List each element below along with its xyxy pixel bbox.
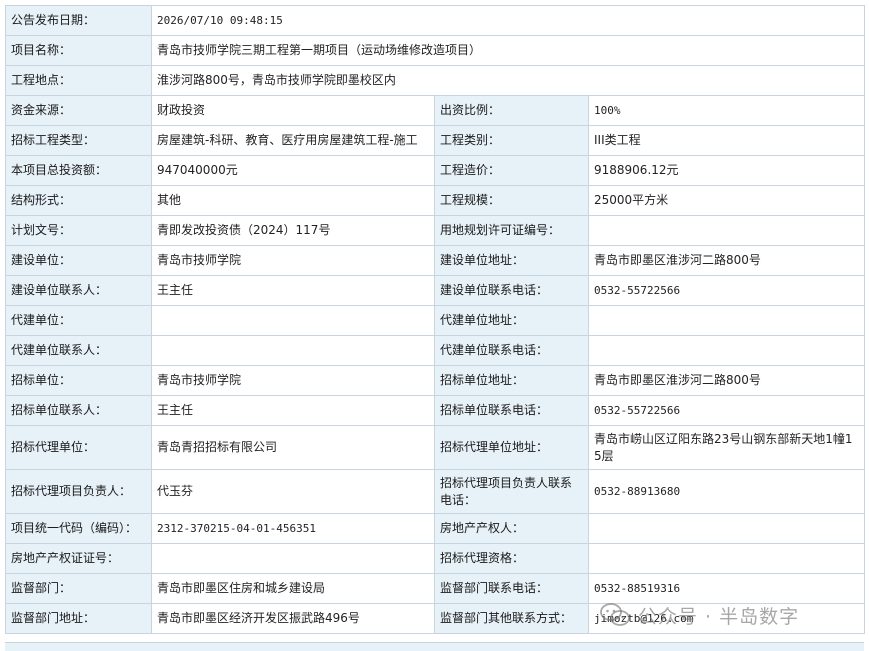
- field-value: 青岛市技师学院三期工程第一期项目（运动场维修改造项目）: [150, 35, 866, 66]
- field-value: 王主任: [151, 395, 435, 426]
- field-value: [587, 513, 866, 544]
- field-value: 0532-88519316: [587, 573, 866, 604]
- field-value: 青岛市技师学院: [151, 365, 435, 396]
- field-label: 招标单位联系人：: [5, 395, 152, 426]
- field-label: 代建单位联系电话：: [434, 335, 589, 366]
- field-label: 建设单位：: [5, 245, 152, 276]
- field-value: 青岛市即墨区住房和城乡建设局: [151, 573, 435, 604]
- table-row: 监督部门地址： 青岛市即墨区经济开发区振武路496号 监督部门其他联系方式： jimo…: [5, 603, 866, 634]
- table-row: 招标单位联系人： 王主任 招标单位联系电话： 0532-55722566: [5, 395, 866, 426]
- table-row: 代建单位联系人： 代建单位联系电话：: [5, 335, 866, 366]
- table-row: 代建单位： 代建单位地址：: [5, 305, 866, 336]
- field-label: 建设单位联系人：: [5, 275, 152, 306]
- field-value: jimoztb@126.com: [587, 603, 866, 634]
- field-label: 项目名称：: [5, 35, 152, 66]
- table-row: 招标代理单位： 青岛青招招标有限公司 招标代理单位地址： 青岛市崂山区辽阳东路23号山…: [5, 425, 866, 470]
- field-value: 青即发改投资债（2024）117号: [151, 215, 435, 246]
- field-value: [587, 335, 866, 366]
- table-row: 资金来源： 财政投资 出资比例： 100%: [5, 95, 866, 126]
- field-label: 监督部门联系电话：: [434, 573, 589, 604]
- field-label: 房地产产权人：: [434, 513, 589, 544]
- field-value: 947040000元: [151, 155, 435, 186]
- field-value: [587, 215, 866, 246]
- announcement-info-table: 公告发布日期： 2026/07/10 09:48:15 项目名称： 青岛市技师学院三期…: [5, 5, 866, 634]
- field-label: 建设单位地址：: [434, 245, 589, 276]
- table-row: 本项目总投资额： 947040000元 工程造价： 9188906.12元: [5, 155, 866, 186]
- field-label: 招标代理资格：: [434, 543, 589, 574]
- field-label: 公告发布日期：: [5, 5, 152, 36]
- field-label: 计划文号：: [5, 215, 152, 246]
- field-value: 淮涉河路800号，青岛市技师学院即墨校区内: [150, 65, 866, 96]
- field-label: 建设单位联系电话：: [434, 275, 589, 306]
- table-row: 工程地点： 淮涉河路800号，青岛市技师学院即墨校区内: [5, 65, 866, 96]
- field-value: 代玉芬: [151, 469, 435, 514]
- field-value: [587, 305, 866, 336]
- field-value: 0532-88913680: [587, 469, 866, 514]
- table-row: 项目统一代码（编码）： 2312-370215-04-01-456351 房地产产权…: [5, 513, 866, 544]
- field-label: 房地产产权证证号：: [5, 543, 152, 574]
- field-value: 2026/07/10 09:48:15: [150, 5, 866, 36]
- table-row: 结构形式： 其他 工程规模： 25000平方米: [5, 185, 866, 216]
- field-label: 招标代理单位地址：: [434, 425, 589, 470]
- field-label: 代建单位：: [5, 305, 152, 336]
- field-label: 招标单位：: [5, 365, 152, 396]
- field-value: 2312-370215-04-01-456351: [151, 513, 435, 544]
- field-label: 招标单位地址：: [434, 365, 589, 396]
- table-row: 监督部门： 青岛市即墨区住房和城乡建设局 监督部门联系电话： 0532-8851931…: [5, 573, 866, 604]
- field-label: 用地规划许可证编号：: [434, 215, 589, 246]
- field-value: 青岛市即墨区经济开发区振武路496号: [151, 603, 435, 634]
- field-label: 招标代理项目负责人联系电话：: [434, 469, 589, 514]
- field-label: 工程类别：: [434, 125, 589, 156]
- field-label: 工程地点：: [5, 65, 152, 96]
- field-label: 招标代理项目负责人：: [5, 469, 152, 514]
- field-label: 招标代理单位：: [5, 425, 152, 470]
- field-value: III类工程: [587, 125, 866, 156]
- field-label: 工程造价：: [434, 155, 589, 186]
- field-value: 青岛市即墨区淮涉河二路800号: [587, 365, 866, 396]
- field-value: [151, 543, 435, 574]
- field-value: 房屋建筑-科研、教育、医疗用房屋建筑工程-施工: [151, 125, 435, 156]
- table-row: 计划文号： 青即发改投资债（2024）117号 用地规划许可证编号：: [5, 215, 866, 246]
- field-label: 监督部门：: [5, 573, 152, 604]
- field-label: 项目统一代码（编码）：: [5, 513, 152, 544]
- table-row: 建设单位联系人： 王主任 建设单位联系电话： 0532-55722566: [5, 275, 866, 306]
- field-value: 财政投资: [151, 95, 435, 126]
- field-label: 资金来源：: [5, 95, 152, 126]
- field-value: 青岛市即墨区淮涉河二路800号: [587, 245, 866, 276]
- field-label: 代建单位联系人：: [5, 335, 152, 366]
- table-row: 招标单位： 青岛市技师学院 招标单位地址： 青岛市即墨区淮涉河二路800号: [5, 365, 866, 396]
- field-label: 代建单位地址：: [434, 305, 589, 336]
- field-value: 0532-55722566: [587, 395, 866, 426]
- field-label: 结构形式：: [5, 185, 152, 216]
- field-value: 9188906.12元: [587, 155, 866, 186]
- field-value: 王主任: [151, 275, 435, 306]
- field-value: 其他: [151, 185, 435, 216]
- field-value: 0532-55722566: [587, 275, 866, 306]
- field-value: 100%: [587, 95, 866, 126]
- field-label: 出资比例：: [434, 95, 589, 126]
- field-value: [151, 335, 435, 366]
- field-label: 工程规模：: [434, 185, 589, 216]
- field-value: [151, 305, 435, 336]
- field-value: 青岛市崂山区辽阳东路23号山钢东部新天地1幢15层: [587, 425, 866, 470]
- field-value: [587, 543, 866, 574]
- table-row: 招标代理项目负责人： 代玉芬 招标代理项目负责人联系电话： 0532-88913680: [5, 469, 866, 514]
- table-row: 项目名称： 青岛市技师学院三期工程第一期项目（运动场维修改造项目）: [5, 35, 866, 66]
- field-value: 25000平方米: [587, 185, 866, 216]
- table-row: 房地产产权证证号： 招标代理资格：: [5, 543, 866, 574]
- table-row: 公告发布日期： 2026/07/10 09:48:15: [5, 5, 866, 36]
- field-label: 监督部门其他联系方式：: [434, 603, 589, 634]
- field-value: 青岛市技师学院: [151, 245, 435, 276]
- field-label: 本项目总投资额：: [5, 155, 152, 186]
- table-row: 建设单位： 青岛市技师学院 建设单位地址： 青岛市即墨区淮涉河二路800号: [5, 245, 866, 276]
- field-label: 招标工程类型：: [5, 125, 152, 156]
- field-value: 青岛青招招标有限公司: [151, 425, 435, 470]
- field-label: 招标单位联系电话：: [434, 395, 589, 426]
- table-row: 招标工程类型： 房屋建筑-科研、教育、医疗用房屋建筑工程-施工 工程类别： III类工…: [5, 125, 866, 156]
- field-label: 监督部门地址：: [5, 603, 152, 634]
